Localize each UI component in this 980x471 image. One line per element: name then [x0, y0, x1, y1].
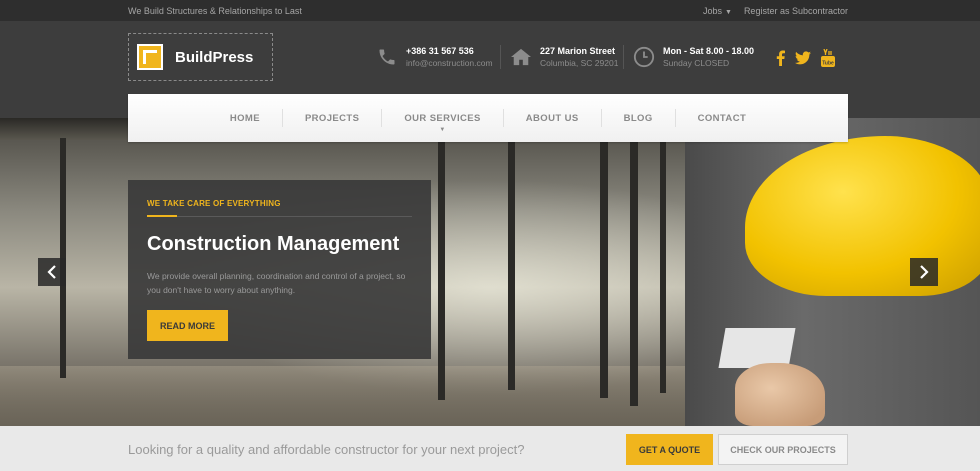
- divider-accent: [147, 215, 177, 217]
- main-nav: HOME PROJECTS OUR SERVICES ▼ ABOUT US BL…: [128, 94, 848, 142]
- get-a-quote-button[interactable]: GET A QUOTE: [626, 434, 713, 465]
- top-links: Jobs ▼ Register as Subcontractor: [703, 6, 848, 16]
- column: [660, 138, 666, 393]
- top-bar: We Build Structures & Relationships to L…: [0, 0, 980, 21]
- logo-mark-icon: [137, 44, 163, 70]
- check-our-projects-button[interactable]: CHECK OUR PROJECTS: [718, 434, 848, 465]
- cta-bar: Looking for a quality and affordable con…: [0, 426, 980, 471]
- slider-prev-button[interactable]: [38, 258, 66, 286]
- column: [600, 138, 608, 398]
- caret-down-icon: ▼: [439, 126, 446, 133]
- cta-text: Looking for a quality and affordable con…: [128, 442, 525, 457]
- nav-about-us[interactable]: ABOUT US: [504, 113, 601, 124]
- jobs-menu[interactable]: Jobs ▼: [703, 6, 732, 16]
- nav-our-services-label: OUR SERVICES: [404, 112, 481, 124]
- caret-down-icon: ▼: [725, 9, 732, 16]
- phone-number[interactable]: +386 31 567 536: [406, 45, 493, 57]
- nav-home[interactable]: HOME: [208, 113, 282, 124]
- shirt-cuff: [718, 328, 796, 368]
- hours-sunday: Sunday CLOSED: [663, 58, 730, 68]
- read-more-button[interactable]: READ MORE: [147, 310, 228, 341]
- slider-next-button[interactable]: [910, 258, 938, 286]
- hand: [735, 363, 825, 426]
- divider: [500, 45, 501, 69]
- phone-info: +386 31 567 536 info@construction.com: [376, 45, 493, 69]
- youtube-icon[interactable]: Tube: [821, 49, 835, 67]
- chevron-right-icon: [920, 265, 929, 279]
- column: [630, 138, 638, 406]
- hours-weekdays: Mon - Sat 8.00 - 18.00: [663, 46, 755, 56]
- slide-caption-panel: WE TAKE CARE OF EVERYTHING Construction …: [128, 180, 431, 359]
- slide-kicker: WE TAKE CARE OF EVERYTHING: [147, 199, 281, 208]
- chevron-left-icon: [47, 265, 56, 279]
- nav-our-services[interactable]: OUR SERVICES ▼: [382, 112, 502, 133]
- email-address[interactable]: info@construction.com: [406, 57, 493, 69]
- nav-blog[interactable]: BLOG: [602, 113, 675, 124]
- twitter-icon[interactable]: [795, 51, 811, 65]
- nav-projects[interactable]: PROJECTS: [283, 113, 381, 124]
- address-info: 227 Marion Street Columbia, SC 29201: [510, 45, 618, 69]
- hero-slider: WE TAKE CARE OF EVERYTHING Construction …: [0, 118, 980, 426]
- divider: [147, 216, 412, 217]
- register-link[interactable]: Register as Subcontractor: [744, 6, 848, 16]
- divider: [623, 45, 624, 69]
- logo[interactable]: BuildPress: [128, 33, 273, 81]
- jobs-label: Jobs: [702, 6, 722, 16]
- column: [438, 138, 445, 400]
- slide-description: We provide overall planning, coordinatio…: [147, 271, 406, 295]
- address-city: Columbia, SC 29201: [540, 58, 619, 68]
- social-links: Tube: [776, 49, 835, 67]
- slide-title: Construction Management: [147, 233, 400, 255]
- nav-contact[interactable]: CONTACT: [676, 113, 769, 124]
- address-street: 227 Marion Street: [540, 46, 616, 56]
- facebook-icon[interactable]: [776, 50, 785, 66]
- logo-text: BuildPress: [175, 48, 254, 66]
- svg-text:Tube: Tube: [822, 61, 834, 67]
- hours-info: Mon - Sat 8.00 - 18.00 Sunday CLOSED: [633, 45, 754, 69]
- home-icon: [510, 46, 532, 68]
- column: [508, 138, 515, 390]
- clock-icon: [633, 46, 655, 68]
- phone-icon: [376, 46, 398, 68]
- tagline: We Build Structures & Relationships to L…: [128, 6, 302, 16]
